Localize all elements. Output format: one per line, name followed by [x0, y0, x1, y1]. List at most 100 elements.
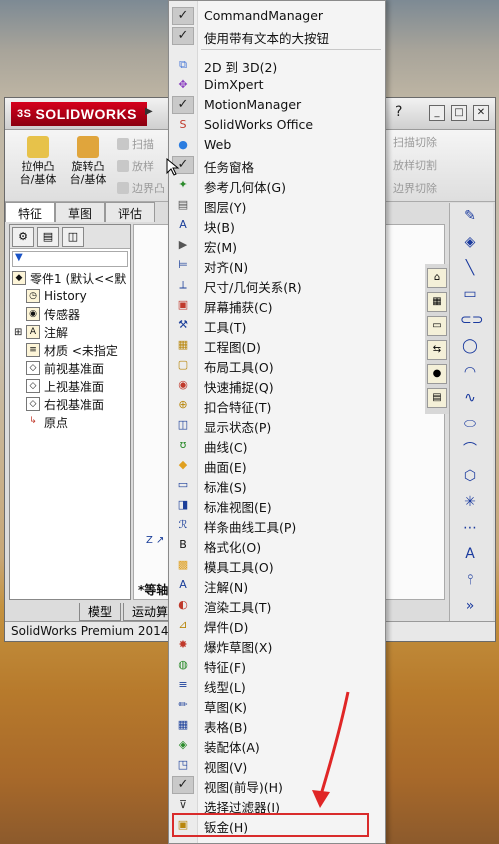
menu-item[interactable]: ▢ 布局工具(O) — [169, 355, 385, 375]
slot-icon[interactable]: ⊂⊃ — [460, 311, 483, 331]
expand-icon[interactable]: ⊞ — [14, 327, 26, 338]
tab-sketch[interactable]: 草图 — [55, 202, 106, 222]
arc-icon[interactable]: ◠ — [460, 363, 480, 383]
more-chevron-icon[interactable]: » — [460, 597, 480, 617]
menu-item[interactable]: ◉ 快速捕捉(Q) — [169, 375, 385, 395]
menu-item[interactable]: ⊨ 对齐(N) — [169, 255, 385, 275]
extrude-boss-button[interactable]: 拉伸凸台/基体 — [15, 136, 61, 186]
loft-cut-button[interactable]: 放样切割 — [393, 157, 437, 180]
menu-item[interactable]: ✓ 使用带有文本的大按钮 — [169, 26, 385, 46]
menu-item[interactable]: ✏ 草图(K) — [169, 695, 385, 715]
solidworks-logo[interactable]: 3S SOLIDWORKS — [11, 102, 147, 126]
mirror-icon[interactable]: ⫯ — [460, 571, 480, 591]
tree-item-front-plane[interactable]: ◇ 前视基准面 — [10, 359, 130, 377]
polygon-icon[interactable]: ⬡ — [460, 467, 480, 487]
menu-item[interactable]: B 格式化(O) — [169, 535, 385, 555]
menu-item[interactable]: ▤ 图层(Y) — [169, 195, 385, 215]
centerline-icon[interactable]: ⋯ — [460, 519, 480, 539]
menu-item[interactable]: ≡ 线型(L) — [169, 675, 385, 695]
menu-item[interactable]: ⊿ 焊件(D) — [169, 615, 385, 635]
menu-item[interactable]: ▣ 屏幕捕获(C) — [169, 295, 385, 315]
tree-item-annotations[interactable]: ⊞ A 注解 — [10, 323, 130, 341]
tree-item-sensors[interactable]: ◉ 传感器 — [10, 305, 130, 323]
boundary-cut-button[interactable]: 边界切除 — [393, 180, 437, 203]
menu-item[interactable]: ⊽ 选择过滤器(I) — [169, 795, 385, 815]
rectangle-icon[interactable]: ▭ — [460, 285, 480, 305]
home-icon[interactable]: ⌂ — [427, 268, 447, 288]
menu-item[interactable]: ◫ 显示状态(P) — [169, 415, 385, 435]
menu-item[interactable]: ▭ 标准(S) — [169, 475, 385, 495]
sweep-cut-button[interactable]: 扫描切除 — [393, 134, 437, 157]
minimize-button[interactable]: _ — [429, 105, 445, 121]
appearance-icon[interactable]: ● — [427, 364, 447, 384]
menu-item[interactable]: S SolidWorks Office — [169, 115, 385, 135]
menu-item[interactable]: ◳ 视图(V) — [169, 755, 385, 775]
circle-icon[interactable]: ◯ — [460, 337, 480, 357]
menu-item[interactable]: ʊ 曲线(C) — [169, 435, 385, 455]
menu-item[interactable]: ◈ 装配体(A) — [169, 735, 385, 755]
menu-item[interactable]: ● Web — [169, 135, 385, 155]
close-button[interactable]: ✕ — [473, 105, 489, 121]
line-icon[interactable]: ╲ — [460, 259, 480, 279]
palette-icon[interactable]: ⇆ — [427, 340, 447, 360]
menu-item[interactable]: ℛ 样条曲线工具(P) — [169, 515, 385, 535]
filter-icon[interactable]: ▼ — [12, 251, 128, 267]
menu-item[interactable]: ⟂ 尺寸/几何关系(R) — [169, 275, 385, 295]
tree-item-history[interactable]: ◷ History — [10, 287, 130, 305]
tree-root[interactable]: ◆ 零件1 (默认<<默 — [10, 269, 130, 287]
ellipse-icon[interactable]: ⬭ — [460, 415, 480, 435]
layout-icon: ▢ — [177, 358, 189, 371]
config-icon[interactable]: ◫ — [62, 227, 84, 247]
menu-item[interactable]: ✥ DimXpert — [169, 75, 385, 95]
menu-arrow-icon[interactable]: ▶ — [145, 106, 155, 122]
dimxpert-icon: ✥ — [178, 78, 188, 91]
restore-button[interactable]: □ — [451, 105, 467, 121]
menu-item[interactable]: ⊕ 扣合特征(T) — [169, 395, 385, 415]
folder-icon[interactable]: ▭ — [427, 316, 447, 336]
menu-item[interactable]: ▩ 模具工具(O) — [169, 555, 385, 575]
fillet-icon[interactable]: ⌒ — [460, 441, 480, 461]
tree-item-label: 右视基准面 — [44, 397, 105, 412]
loft-button[interactable]: 放样 — [117, 158, 154, 174]
tree-item-top-plane[interactable]: ◇ 上视基准面 — [10, 377, 130, 395]
menu-item[interactable]: ✓ MotionManager — [169, 95, 385, 115]
menu-item[interactable]: ◨ 标准视图(E) — [169, 495, 385, 515]
tree-item-right-plane[interactable]: ◇ 右视基准面 — [10, 395, 130, 413]
spline-icon[interactable]: ∿ — [460, 389, 480, 409]
library-icon[interactable]: ▦ — [427, 292, 447, 312]
help-button[interactable]: ? — [395, 104, 402, 120]
menu-item[interactable]: ✓ CommandManager — [169, 6, 385, 26]
revolve-boss-button[interactable]: 旋转凸台/基体 — [65, 136, 111, 186]
menu-item[interactable]: ✸ 爆炸草图(X) — [169, 635, 385, 655]
tab-evaluate[interactable]: 评估 — [105, 202, 156, 222]
menu-item[interactable]: A 注解(N) — [169, 575, 385, 595]
menu-item[interactable]: ◐ 渲染工具(T) — [169, 595, 385, 615]
custom-props-icon[interactable]: ▤ — [427, 388, 447, 408]
tab-features[interactable]: 特征 — [5, 202, 56, 222]
smart-dimension-icon[interactable]: ✎ — [460, 207, 480, 227]
menu-item[interactable]: ▦ 表格(B) — [169, 715, 385, 735]
relation-icon[interactable]: ◈ — [460, 233, 480, 253]
tools-icon: ⚒ — [178, 318, 188, 331]
feature-tree-icon[interactable]: ⚙ — [12, 227, 34, 247]
table-icon: ▦ — [177, 718, 189, 731]
menu-item[interactable]: ▶ 宏(M) — [169, 235, 385, 255]
menu-item[interactable]: A 块(B) — [169, 215, 385, 235]
menu-item[interactable]: ✓ 任务窗格 — [169, 155, 385, 175]
menu-item[interactable]: ✓ 视图(前导)(H) — [169, 775, 385, 795]
tree-item-origin[interactable]: ↳ 原点 — [10, 413, 130, 431]
sweep-button[interactable]: 扫描 — [117, 136, 154, 152]
menu-item[interactable]: ⚒ 工具(T) — [169, 315, 385, 335]
menu-item[interactable]: ✦ 参考几何体(G) — [169, 175, 385, 195]
tree-item-material[interactable]: ≡ 材质 <未指定 — [10, 341, 130, 359]
menu-item[interactable]: ⧉ 2D 到 3D(2) — [169, 55, 385, 75]
menu-item[interactable]: ▣ 钣金(H) — [169, 815, 385, 835]
boundary-button[interactable]: 边界凸 — [117, 180, 165, 196]
menu-item[interactable]: ◆ 曲面(E) — [169, 455, 385, 475]
text-icon[interactable]: A — [460, 545, 480, 565]
menu-item[interactable]: ◍ 特征(F) — [169, 655, 385, 675]
property-icon[interactable]: ▤ — [37, 227, 59, 247]
menu-item[interactable]: ▦ 工程图(D) — [169, 335, 385, 355]
point-icon[interactable]: ✳ — [460, 493, 480, 513]
tab-model[interactable]: 模型 — [79, 603, 122, 621]
